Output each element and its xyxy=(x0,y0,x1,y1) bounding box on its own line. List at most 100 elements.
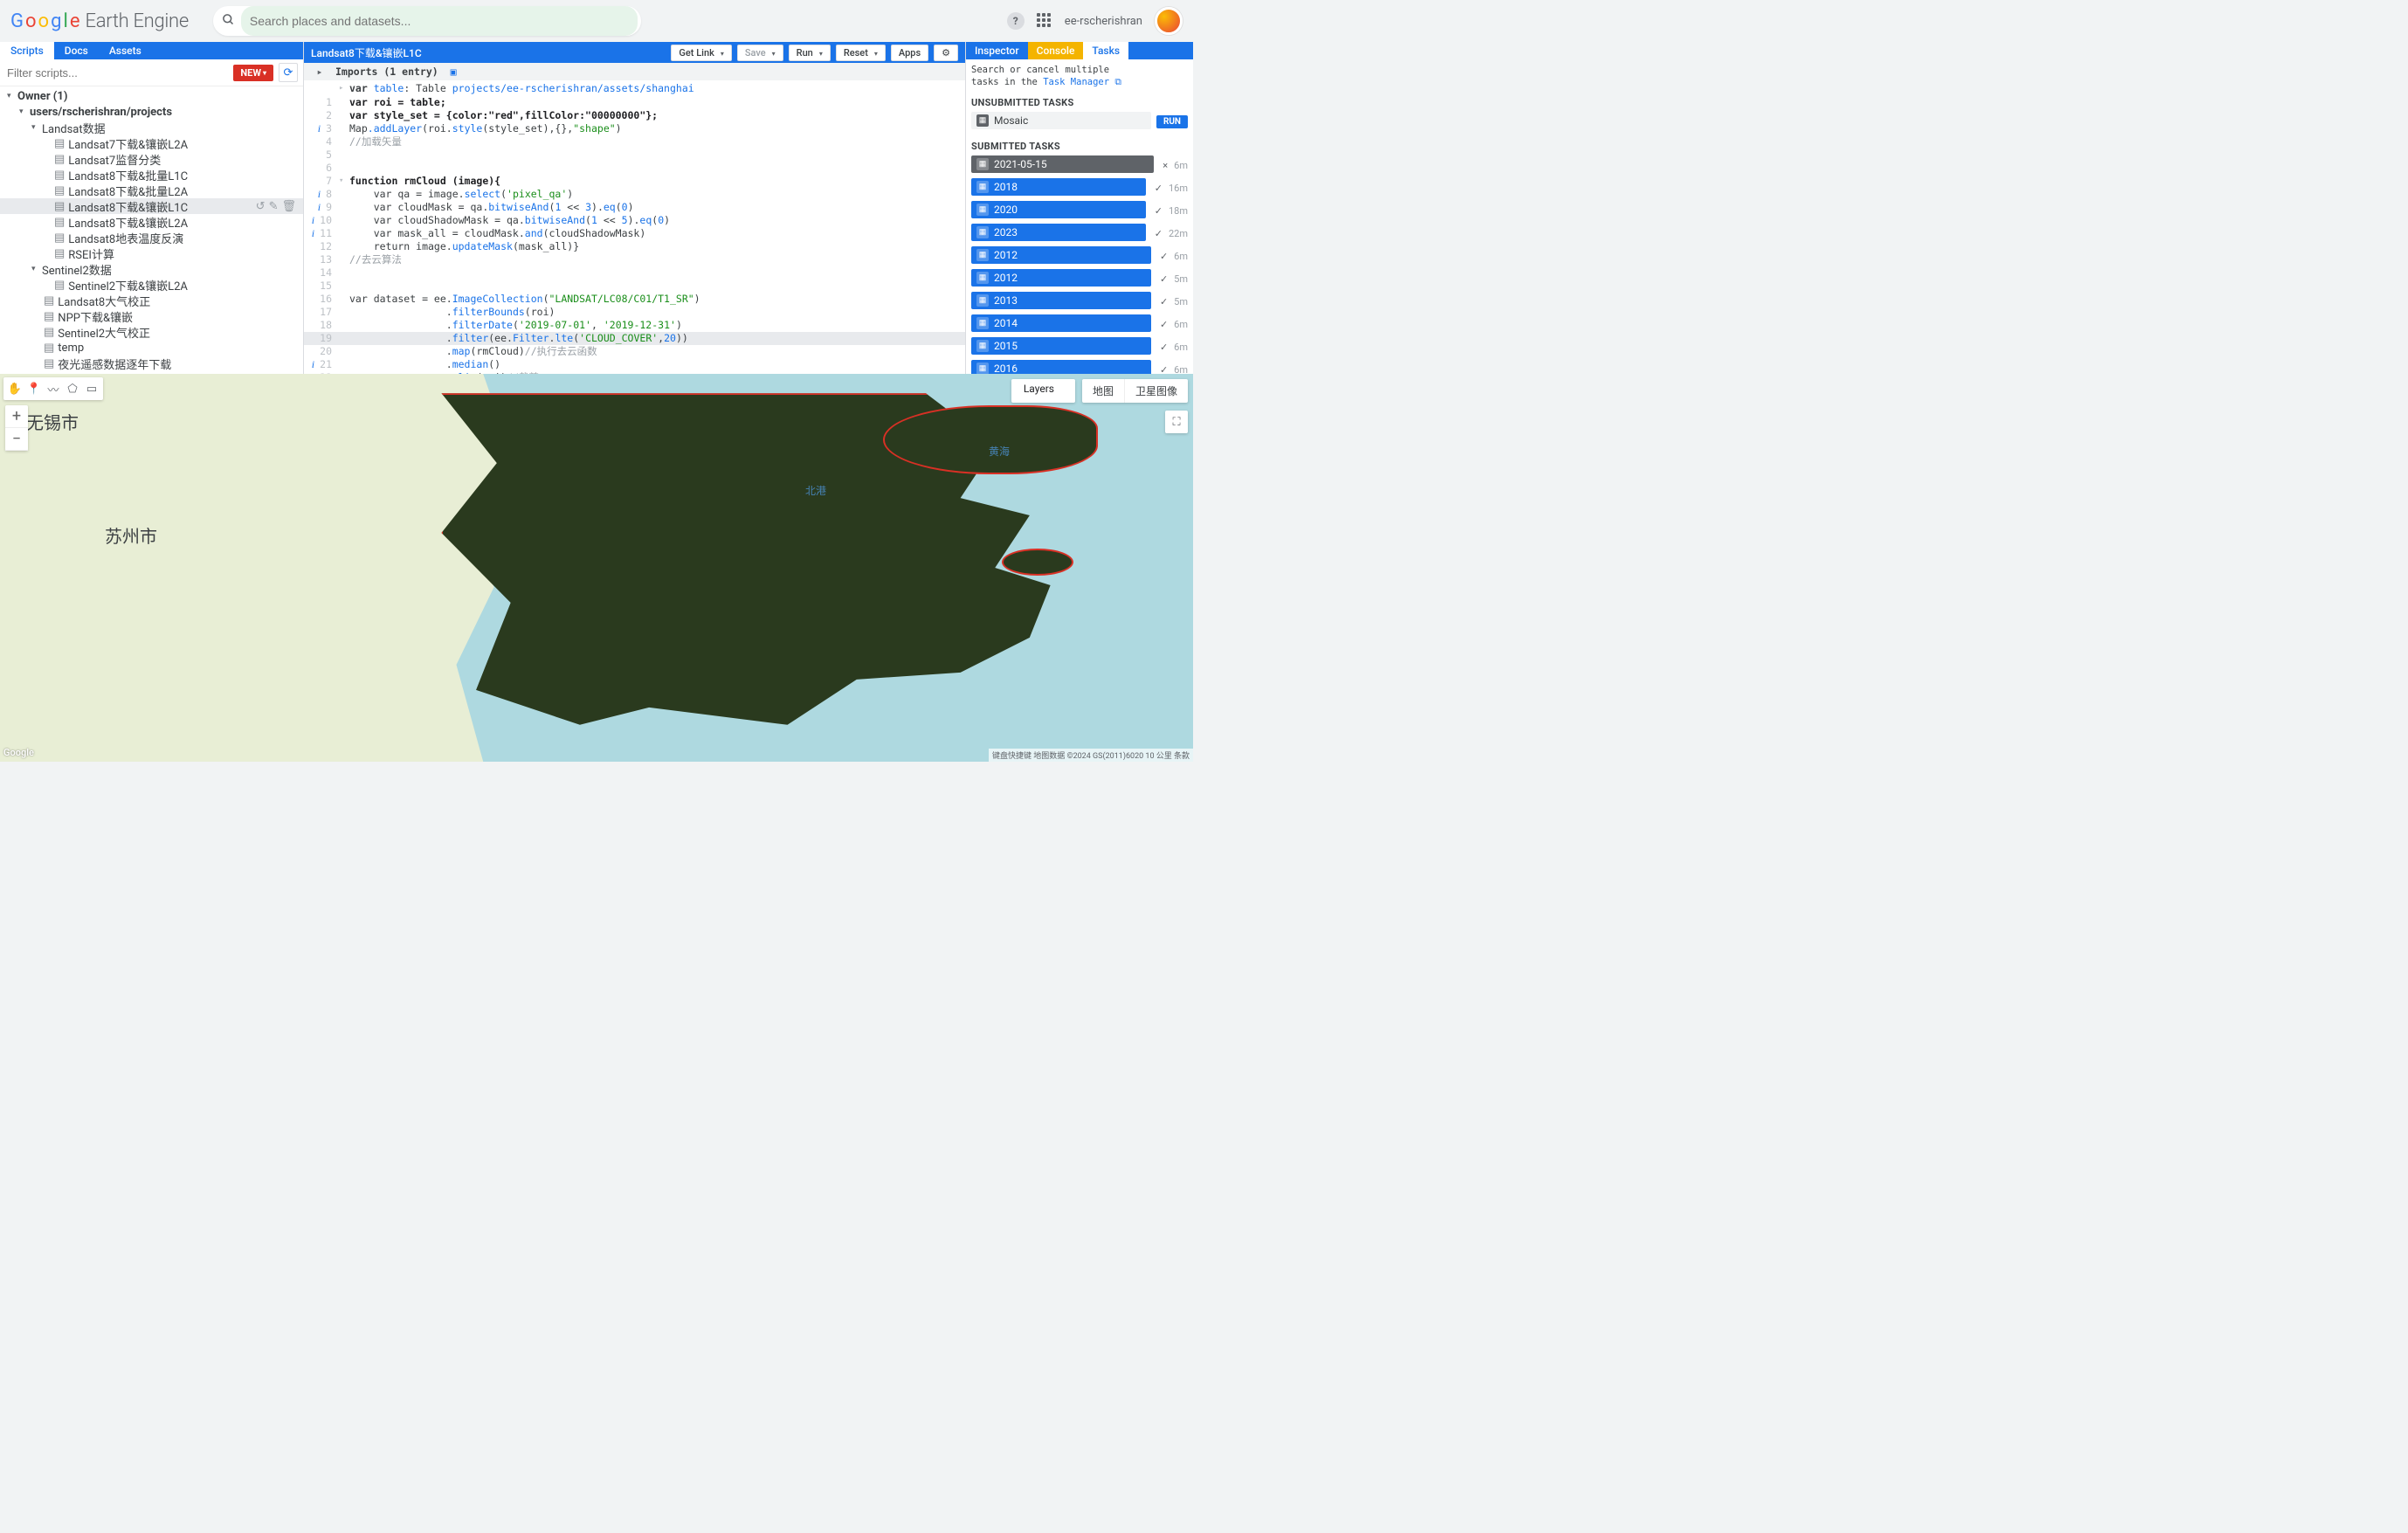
tree-file[interactable]: ▤Landsat7下载&镶嵌L2A xyxy=(0,135,303,151)
run-button[interactable]: Run xyxy=(789,45,831,61)
task-row[interactable]: ▦2016 xyxy=(971,360,1151,374)
image-icon: ▦ xyxy=(976,181,989,193)
history-icon[interactable]: ↺ xyxy=(256,200,266,213)
image-icon: ▦ xyxy=(976,294,989,307)
marker-icon[interactable]: 📍 xyxy=(24,379,44,398)
task-row[interactable]: ▦2015 xyxy=(971,337,1151,355)
tree-file[interactable]: ▤Sentinel2大气校正 xyxy=(0,324,303,340)
delete-icon[interactable]: 🗑 xyxy=(281,200,296,213)
script-title: Landsat8下载&镶嵌L1C xyxy=(311,45,666,60)
get-link-button[interactable]: Get Link xyxy=(671,45,731,61)
image-icon: ▦ xyxy=(976,272,989,284)
image-icon: ▦ xyxy=(976,249,989,261)
run-task-button[interactable]: RUN xyxy=(1156,115,1188,128)
task-row[interactable]: ▦Mosaic xyxy=(971,112,1151,129)
save-button[interactable]: Save xyxy=(737,45,783,61)
tree-user-folder[interactable]: ▾users/rscherishran/projects xyxy=(0,104,303,120)
tree-file[interactable]: ▤Landsat8下载&镶嵌L2A xyxy=(0,214,303,230)
imports-header[interactable]: ▸Imports (1 entry) ▣ xyxy=(304,63,965,80)
avatar[interactable] xyxy=(1155,7,1183,35)
maptype-satellite[interactable]: 卫星图像 xyxy=(1125,379,1188,403)
task-row[interactable]: ▦2021-05-15 xyxy=(971,155,1154,173)
left-tabs: Scripts Docs Assets xyxy=(0,42,303,59)
image-icon: ▦ xyxy=(976,317,989,329)
polygon-icon[interactable]: ⬠ xyxy=(63,379,82,398)
task-row[interactable]: ▦2013 xyxy=(971,292,1151,309)
tab-scripts[interactable]: Scripts xyxy=(0,42,54,59)
tree-file[interactable]: ▤Landsat7监督分类 xyxy=(0,151,303,167)
line-icon[interactable]: 〰 xyxy=(44,379,63,398)
task-time: 22m xyxy=(1169,228,1188,239)
search-icon xyxy=(217,13,241,30)
check-icon: ✓ xyxy=(1160,296,1168,307)
task-row[interactable]: ▦2018 xyxy=(971,178,1146,196)
task-time: 16m xyxy=(1169,183,1188,194)
tree-file[interactable]: ▤NPP下载&镶嵌 xyxy=(0,308,303,324)
task-row[interactable]: ▦2020 xyxy=(971,201,1146,218)
image-icon: ▦ xyxy=(976,158,989,170)
reset-button[interactable]: Reset xyxy=(836,45,886,61)
refresh-icon[interactable]: ⟳ xyxy=(279,63,298,82)
layers-button[interactable]: Layers xyxy=(1011,379,1075,403)
hand-icon[interactable]: ✋ xyxy=(5,379,24,398)
help-icon[interactable]: ? xyxy=(1007,12,1025,30)
import-line[interactable]: ▸ var table: Table projects/ee-rscherish… xyxy=(304,80,965,96)
tab-assets[interactable]: Assets xyxy=(99,42,152,59)
fullscreen-icon[interactable]: ⛶ xyxy=(1165,411,1188,433)
tree-file[interactable]: ▤Landsat8下载&批量L1C xyxy=(0,167,303,183)
task-row[interactable]: ▦2023 xyxy=(971,224,1146,241)
tree-file-selected[interactable]: ▤Landsat8下载&镶嵌L1C↺✎🗑 xyxy=(0,198,303,214)
apps-button[interactable]: Apps xyxy=(891,45,928,61)
tree-file[interactable]: ▤Landsat8下载&批量L2A xyxy=(0,183,303,198)
tasks-panel: Inspector Console Tasks Search or cancel… xyxy=(966,42,1193,374)
tab-docs[interactable]: Docs xyxy=(54,42,99,59)
tab-tasks[interactable]: Tasks xyxy=(1083,42,1128,59)
tree-file[interactable]: ▤Landsat8地表温度反演 xyxy=(0,230,303,245)
tab-inspector[interactable]: Inspector xyxy=(966,42,1028,59)
task-time: 5m xyxy=(1174,296,1188,307)
header-bar: Google Earth Engine ? ee-rscherishran xyxy=(0,0,1193,42)
rect-icon[interactable]: ▭ xyxy=(82,379,101,398)
task-time: 18m xyxy=(1169,205,1188,217)
tree-owner[interactable]: ▾Owner (1) xyxy=(0,88,303,104)
search-box[interactable] xyxy=(213,6,641,36)
cancel-icon[interactable]: × xyxy=(1163,160,1168,171)
new-button[interactable]: NEW xyxy=(233,65,273,81)
tree-file[interactable]: ▤Landsat8大气校正 xyxy=(0,293,303,308)
zoom-in-button[interactable]: + xyxy=(5,405,28,428)
edit-icon[interactable]: ✎ xyxy=(269,200,279,213)
check-icon: ✓ xyxy=(1155,228,1163,239)
check-icon: ✓ xyxy=(1160,342,1168,353)
task-row[interactable]: ▦2014 xyxy=(971,314,1151,332)
map[interactable]: 无锡市 苏州市 黄海 北港 ✋ 📍 〰 ⬠ ▭ + − Layers 地图 卫星… xyxy=(0,374,1193,762)
filter-scripts-input[interactable] xyxy=(5,65,228,81)
tree-file[interactable]: ▤夜光遥感数据逐年下载 xyxy=(0,356,303,371)
account-label[interactable]: ee-rscherishran xyxy=(1065,15,1142,28)
tree-file[interactable]: ▤RSEI计算 xyxy=(0,245,303,261)
scripts-panel: Scripts Docs Assets NEW ⟳ ▾Owner (1) ▾us… xyxy=(0,42,304,374)
code-editor[interactable]: 1var roi = table; 2var style_set = {colo… xyxy=(304,96,965,374)
check-icon: ✓ xyxy=(1160,273,1168,285)
task-time: 6m xyxy=(1174,160,1188,171)
maptype-map[interactable]: 地图 xyxy=(1082,379,1125,403)
tree-folder[interactable]: ▾Sentinel2数据 xyxy=(0,261,303,277)
tab-console[interactable]: Console xyxy=(1028,42,1084,59)
task-time: 5m xyxy=(1174,273,1188,285)
task-row[interactable]: ▦2012 xyxy=(971,269,1151,287)
collapse-icon[interactable]: ▣ xyxy=(451,66,457,78)
tree-folder[interactable]: ▾Landsat数据 xyxy=(0,120,303,135)
sea-label: 黄海 xyxy=(989,444,1010,459)
apps-icon[interactable] xyxy=(1037,13,1052,29)
task-time: 6m xyxy=(1174,251,1188,262)
tree-file[interactable]: ▤temp xyxy=(0,340,303,356)
tree-file[interactable]: ▤Sentinel2下载&镶嵌L2A xyxy=(0,277,303,293)
city-label: 苏州市 xyxy=(105,522,157,548)
map-type-toggle: 地图 卫星图像 xyxy=(1082,379,1188,403)
task-manager-link[interactable]: Task Manager ⧉ xyxy=(1043,77,1121,87)
task-time: 6m xyxy=(1174,364,1188,374)
search-input[interactable] xyxy=(241,6,638,36)
zoom-out-button[interactable]: − xyxy=(5,428,28,451)
editor-panel: Landsat8下载&镶嵌L1C Get Link Save Run Reset… xyxy=(304,42,966,374)
settings-button[interactable]: ⚙ xyxy=(934,45,958,61)
task-row[interactable]: ▦2012 xyxy=(971,246,1151,264)
